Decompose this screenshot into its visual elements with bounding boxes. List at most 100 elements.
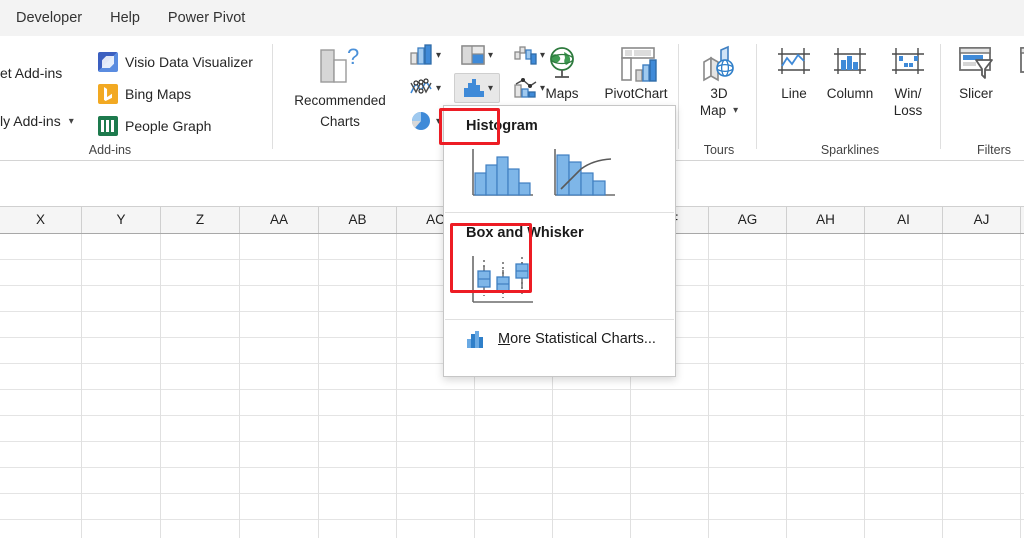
grid-cell[interactable] [865, 494, 943, 520]
maps-button[interactable]: Maps [530, 42, 594, 102]
grid-cell[interactable] [865, 416, 943, 442]
grid-cell[interactable] [161, 234, 240, 260]
grid-cell[interactable] [82, 260, 161, 286]
grid-cell[interactable] [475, 468, 553, 494]
grid-cell[interactable] [553, 416, 631, 442]
grid-cell[interactable] [161, 338, 240, 364]
grid-cell[interactable] [943, 234, 1021, 260]
grid-cell[interactable] [0, 286, 82, 312]
grid-cell[interactable] [943, 468, 1021, 494]
grid-cell[interactable] [943, 312, 1021, 338]
grid-cell[interactable] [943, 520, 1021, 538]
grid-cell[interactable] [240, 520, 319, 538]
grid-cell[interactable] [397, 494, 475, 520]
grid-cell[interactable] [475, 494, 553, 520]
grid-cell[interactable] [553, 442, 631, 468]
column-header-AB[interactable]: AB [319, 207, 397, 233]
chevron-down-icon[interactable]: ▾ [436, 83, 441, 94]
pie-doughnut-chart-button[interactable]: ▾ [402, 106, 448, 136]
grid-cell[interactable] [709, 442, 787, 468]
grid-cell[interactable] [553, 390, 631, 416]
grid-cell[interactable] [319, 338, 397, 364]
grid-cell[interactable] [709, 416, 787, 442]
grid-cell[interactable] [631, 520, 709, 538]
grid-cell[interactable] [240, 468, 319, 494]
grid-cell[interactable] [240, 390, 319, 416]
grid-cell[interactable] [82, 338, 161, 364]
sparkline-column-button[interactable]: Column [818, 42, 882, 102]
grid-cell[interactable] [82, 416, 161, 442]
grid-cell[interactable] [943, 442, 1021, 468]
column-header-Y[interactable]: Y [82, 207, 161, 233]
grid-cell[interactable] [865, 312, 943, 338]
grid-cell[interactable] [161, 416, 240, 442]
grid-cell[interactable] [475, 390, 553, 416]
grid-cell[interactable] [709, 494, 787, 520]
grid-cell[interactable] [240, 494, 319, 520]
timeline-button[interactable]: Tim [1004, 42, 1024, 102]
grid-cell[interactable] [319, 468, 397, 494]
grid-cell[interactable] [397, 442, 475, 468]
grid-cell[interactable] [82, 234, 161, 260]
chevron-down-icon[interactable]: ▾ [733, 102, 738, 119]
line-scatter-chart-button[interactable]: ▾ [402, 73, 448, 103]
chevron-down-icon[interactable]: ▾ [436, 116, 441, 127]
grid-cell[interactable] [865, 260, 943, 286]
addin-item-visio[interactable]: Visio Data Visualizer [98, 48, 253, 76]
grid-cell[interactable] [161, 442, 240, 468]
grid-cell[interactable] [0, 390, 82, 416]
grid-cell[interactable] [709, 520, 787, 538]
tab-power-pivot[interactable]: Power Pivot [154, 0, 259, 36]
grid-cell[interactable] [865, 442, 943, 468]
grid-cell[interactable] [943, 338, 1021, 364]
grid-cell[interactable] [82, 312, 161, 338]
grid-cell[interactable] [709, 234, 787, 260]
grid-cell[interactable] [865, 390, 943, 416]
pareto-chart-thumb[interactable] [548, 144, 618, 202]
grid-cell[interactable] [943, 364, 1021, 390]
grid-cell[interactable] [319, 416, 397, 442]
column-header-AG[interactable]: AG [709, 207, 787, 233]
grid-cell[interactable] [397, 390, 475, 416]
grid-cell[interactable] [631, 442, 709, 468]
grid-cell[interactable] [82, 390, 161, 416]
grid-cell[interactable] [161, 468, 240, 494]
grid-cell[interactable] [0, 494, 82, 520]
grid-cell[interactable] [553, 520, 631, 538]
grid-cell[interactable] [787, 286, 865, 312]
histogram-chart-thumb[interactable] [466, 144, 536, 202]
chevron-down-icon[interactable]: ▾ [488, 50, 493, 61]
column-header-AI[interactable]: AI [865, 207, 943, 233]
3d-map-button[interactable]: 3D Map ▾ [687, 42, 751, 119]
grid-cell[interactable] [319, 390, 397, 416]
grid-cell[interactable] [0, 442, 82, 468]
column-header-AA[interactable]: AA [240, 207, 319, 233]
grid-cell[interactable] [787, 338, 865, 364]
get-addins-button[interactable]: et Add-ins [0, 58, 96, 88]
grid-cell[interactable] [161, 520, 240, 538]
grid-cell[interactable] [82, 494, 161, 520]
grid-cell[interactable] [319, 312, 397, 338]
grid-cell[interactable] [397, 468, 475, 494]
grid-cell[interactable] [82, 286, 161, 312]
grid-cell[interactable] [709, 286, 787, 312]
grid-cell[interactable] [787, 312, 865, 338]
grid-cell[interactable] [161, 494, 240, 520]
grid-cell[interactable] [240, 416, 319, 442]
grid-cell[interactable] [161, 364, 240, 390]
grid-cell[interactable] [82, 364, 161, 390]
pivotchart-button[interactable]: PivotChart [594, 42, 678, 102]
grid-cell[interactable] [240, 312, 319, 338]
grid-cell[interactable] [0, 520, 82, 538]
my-addins-button[interactable]: ly Add-ins [0, 106, 61, 136]
grid-cell[interactable] [631, 468, 709, 494]
grid-cell[interactable] [0, 468, 82, 494]
grid-cell[interactable] [82, 442, 161, 468]
grid-cell[interactable] [865, 364, 943, 390]
grid-cell[interactable] [319, 494, 397, 520]
addin-item-bing-maps[interactable]: Bing Maps [98, 80, 191, 108]
grid-cell[interactable] [709, 260, 787, 286]
grid-cell[interactable] [397, 520, 475, 538]
grid-cell[interactable] [709, 338, 787, 364]
sparkline-winloss-button[interactable]: Win/ Loss [876, 42, 940, 119]
